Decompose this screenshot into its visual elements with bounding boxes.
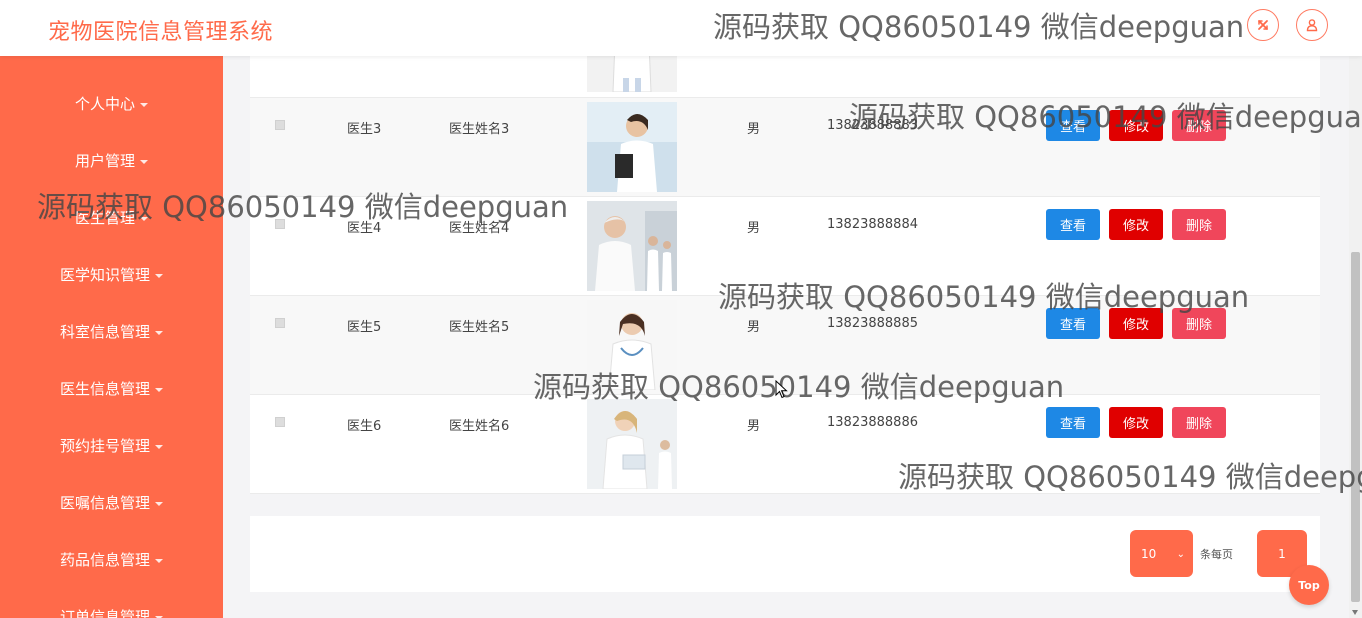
doctor-account: 医生4 <box>347 221 382 236</box>
sidebar-item-department-info[interactable]: 科室信息管理 <box>0 303 223 360</box>
doctor-name: 医生姓名6 <box>449 419 510 434</box>
chevron-down-icon: ⌄ <box>1176 549 1185 560</box>
per-page-label: 条每页 <box>1200 548 1233 561</box>
caret-down-icon <box>155 444 163 449</box>
doctor-table: 医生3 医生姓名3 男 13823888883 查看 修改 删除 医生4 医生姓… <box>250 56 1320 494</box>
sidebar-item-doctor-info[interactable]: 医生信息管理 <box>0 360 223 417</box>
page-size-select[interactable]: 10 ⌄ <box>1130 530 1193 577</box>
user-icon <box>1306 19 1318 32</box>
edit-button[interactable]: 修改 <box>1109 407 1163 438</box>
sidebar-item-appointment[interactable]: 预约挂号管理 <box>0 417 223 474</box>
doctor-phone: 13823888886 <box>827 415 918 430</box>
sidebar-item-medicine-info[interactable]: 药品信息管理 <box>0 531 223 588</box>
delete-button[interactable]: 删除 <box>1172 407 1226 438</box>
sidebar-item-label: 医生信息管理 <box>59 380 150 398</box>
top-header: 宠物医院信息管理系统 <box>0 0 1362 56</box>
doctor-name: 医生姓名5 <box>449 320 510 335</box>
row-checkbox[interactable] <box>275 120 285 130</box>
main-content: 医生3 医生姓名3 男 13823888883 查看 修改 删除 医生4 医生姓… <box>223 56 1349 618</box>
doctor-account: 医生6 <box>347 419 382 434</box>
sidebar-item-label: 个人中心 <box>74 95 135 113</box>
row-checkbox[interactable] <box>275 318 285 328</box>
doctor-gender: 男 <box>747 122 761 137</box>
sidebar-item-label: 订单信息管理 <box>59 608 150 618</box>
doctor-phone: 13823888884 <box>827 217 918 232</box>
row-checkbox[interactable] <box>275 417 285 427</box>
table-row: 医生3 医生姓名3 男 13823888883 查看 修改 删除 <box>250 98 1320 197</box>
table-row: 医生6 医生姓名6 男 13823888886 查看 修改 删除 <box>250 395 1320 494</box>
doctor-photo <box>587 201 677 291</box>
sidebar-item-label: 医嘱信息管理 <box>59 494 150 512</box>
sidebar-item-label: 药品信息管理 <box>59 551 150 569</box>
delete-button[interactable]: 删除 <box>1172 308 1226 339</box>
user-button[interactable] <box>1296 9 1328 41</box>
close-icon <box>1258 20 1268 30</box>
doctor-photo <box>587 300 677 390</box>
view-button[interactable]: 查看 <box>1046 308 1100 339</box>
sidebar-item-personal-center[interactable]: 个人中心 <box>0 75 223 132</box>
doctor-gender: 男 <box>747 419 761 434</box>
pagination-bar: 10 ⌄ 条每页 1 <box>250 516 1320 592</box>
sidebar-item-medical-orders[interactable]: 医嘱信息管理 <box>0 474 223 531</box>
sidebar-item-label: 医生管理 <box>74 209 135 227</box>
scroll-down-arrow-icon[interactable] <box>1352 610 1358 615</box>
caret-down-icon <box>155 501 163 506</box>
page-size-value: 10 <box>1141 546 1157 561</box>
sidebar-item-label: 科室信息管理 <box>59 323 150 341</box>
doctor-photo <box>587 56 677 92</box>
edit-button[interactable]: 修改 <box>1109 110 1163 141</box>
caret-down-icon <box>155 387 163 392</box>
edit-button[interactable]: 修改 <box>1109 209 1163 240</box>
doctor-phone: 13823888883 <box>827 118 918 133</box>
sidebar-item-order-info[interactable]: 订单信息管理 <box>0 588 223 618</box>
caret-down-icon <box>140 216 148 221</box>
doctor-account: 医生3 <box>347 122 382 137</box>
caret-down-icon <box>140 102 148 107</box>
sidebar-item-label: 预约挂号管理 <box>59 437 150 455</box>
sidebar-item-label: 用户管理 <box>74 152 135 170</box>
back-to-top-button[interactable]: Top <box>1289 565 1329 605</box>
mouse-cursor-icon <box>775 380 788 399</box>
caret-down-icon <box>155 273 163 278</box>
sidebar-item-doctor-management[interactable]: 医生管理 <box>0 189 223 246</box>
edit-button[interactable]: 修改 <box>1109 308 1163 339</box>
scrollbar[interactable] <box>1349 56 1362 618</box>
doctor-name: 医生姓名4 <box>449 221 510 236</box>
table-row: 医生4 医生姓名4 男 13823888884 查看 修改 删除 <box>250 197 1320 296</box>
fullscreen-close-button[interactable] <box>1247 9 1279 41</box>
doctor-photo <box>587 102 677 192</box>
doctor-name: 医生姓名3 <box>449 122 510 137</box>
view-button[interactable]: 查看 <box>1046 407 1100 438</box>
caret-down-icon <box>155 558 163 563</box>
doctor-photo <box>587 399 677 489</box>
sidebar-item-medical-knowledge[interactable]: 医学知识管理 <box>0 246 223 303</box>
doctor-gender: 男 <box>747 320 761 335</box>
app-title: 宠物医院信息管理系统 <box>48 20 274 45</box>
doctor-account: 医生5 <box>347 320 382 335</box>
sidebar-item-label: 医学知识管理 <box>59 266 150 284</box>
sidebar-item-user-management[interactable]: 用户管理 <box>0 132 223 189</box>
delete-button[interactable]: 删除 <box>1172 209 1226 240</box>
caret-down-icon <box>155 330 163 335</box>
scrollbar-thumb[interactable] <box>1351 252 1360 602</box>
view-button[interactable]: 查看 <box>1046 110 1100 141</box>
doctor-phone: 13823888885 <box>827 316 918 331</box>
delete-button[interactable]: 删除 <box>1172 110 1226 141</box>
caret-down-icon <box>140 159 148 164</box>
row-checkbox[interactable] <box>275 219 285 229</box>
view-button[interactable]: 查看 <box>1046 209 1100 240</box>
sidebar: 个人中心 用户管理 医生管理 医学知识管理 科室信息管理 医生信息管理 预约挂号… <box>0 56 223 618</box>
doctor-gender: 男 <box>747 221 761 236</box>
